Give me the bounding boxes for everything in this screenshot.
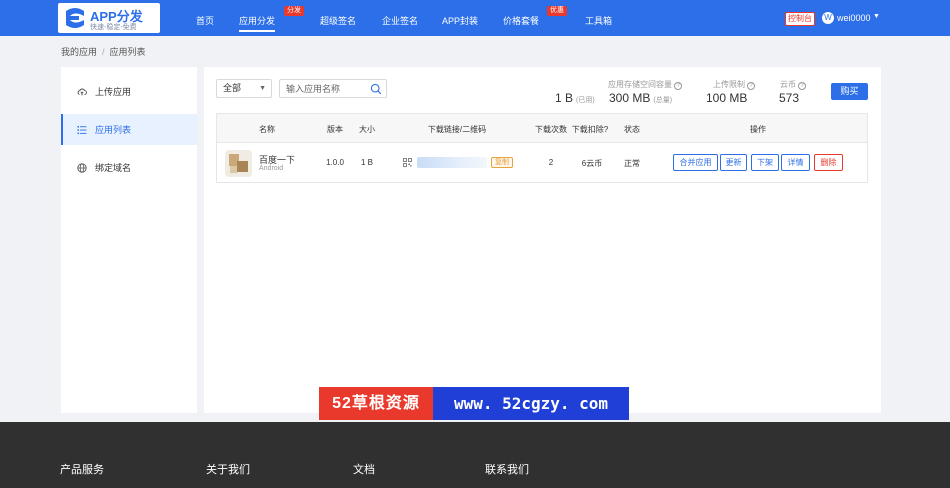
storage-used: 1 B (已用) (555, 91, 595, 105)
cloud-upload-icon (77, 88, 87, 95)
merge-app-button[interactable]: 合并应用 (673, 154, 718, 171)
nav-super-sign[interactable]: 超级签名 (320, 14, 356, 27)
nav-toolbox[interactable]: 工具箱 (585, 14, 612, 27)
help-icon[interactable]: ? (674, 82, 682, 90)
breadcrumb-separator: / (102, 47, 105, 57)
sidebar-item-bind-domain[interactable]: 绑定域名 (61, 152, 197, 183)
column-header-name: 名称 (259, 125, 275, 134)
coin-value: 573 (779, 91, 800, 105)
app-version: 1.0.0 (326, 158, 344, 167)
list-icon (77, 125, 87, 134)
filter-select[interactable]: 全部 ▼ (216, 79, 272, 98)
download-link[interactable] (417, 157, 487, 168)
app-size: 1 B (360, 158, 374, 167)
unpublish-button[interactable]: 下架 (751, 154, 779, 171)
globe-icon (77, 162, 87, 173)
nav-pricing[interactable]: 价格套餐 (503, 14, 539, 27)
storage-label: 应用存储空间容量? (608, 79, 682, 90)
sidebar-item-label: 绑定域名 (95, 163, 132, 173)
breadcrumb-current: 应用列表 (109, 47, 146, 57)
nav-app-wrap[interactable]: APP封装 (442, 14, 478, 27)
app-icon (225, 150, 252, 177)
column-header-deduction: 下载扣除? (571, 125, 609, 134)
nav-badge-distribution: 分发 (284, 6, 304, 16)
nav-badge-pricing: 优惠 (547, 6, 567, 16)
footer-link-contact[interactable]: 联系我们 (485, 461, 529, 477)
search-input[interactable] (280, 80, 364, 97)
breadcrumb: 我的应用 / 应用列表 (61, 45, 146, 58)
nav-enterprise-sign[interactable]: 企业签名 (382, 14, 418, 27)
column-header-actions: 操作 (750, 125, 766, 134)
column-header-version: 版本 (327, 125, 343, 134)
qr-code-icon[interactable] (403, 158, 412, 167)
filter-select-value: 全部 (223, 83, 242, 93)
username[interactable]: wei0000 (837, 13, 871, 23)
avatar[interactable]: W (822, 12, 834, 24)
footer-link-docs[interactable]: 文档 (353, 461, 375, 477)
logo-mark-icon (66, 8, 84, 28)
download-count: 2 (548, 158, 554, 167)
app-table: 名称 版本 大小 下载链接/二维码 下载次数 下载扣除? 状态 操作 百度一下 … (216, 113, 868, 183)
sidebar-item-label: 上传应用 (95, 87, 132, 97)
download-deduction: 6云币 (581, 159, 603, 168)
logo-subtitle: 快速-稳定-免费 (90, 24, 137, 31)
coin-label: 云币? (780, 79, 806, 90)
footer-link-products[interactable]: 产品服务 (60, 461, 104, 477)
column-header-link: 下载链接/二维码 (427, 125, 487, 134)
table-row: 百度一下 Android 1.0.0 1 B h 复制 2 6云币 正常 合并应… (217, 144, 867, 182)
help-icon[interactable]: ? (747, 82, 755, 90)
details-button[interactable]: 详情 (781, 154, 810, 171)
storage-total: 300 MB (总量) (609, 91, 673, 105)
upload-limit-label: 上传限制? (713, 79, 755, 90)
sidebar-item-label: 应用列表 (95, 125, 132, 135)
chevron-down-icon[interactable]: ▼ (873, 13, 880, 20)
status-badge: 正常 (624, 159, 640, 168)
logo[interactable]: APP分发 快速-稳定-免费 (58, 3, 160, 33)
app-platform: Android (259, 165, 284, 172)
search-icon[interactable] (370, 83, 382, 95)
update-button[interactable]: 更新 (720, 154, 747, 171)
chevron-down-icon: ▼ (259, 85, 266, 92)
column-header-size: 大小 (359, 125, 375, 134)
upload-limit-value: 100 MB (706, 91, 748, 105)
nav-app-distribution[interactable]: 应用分发 (239, 14, 276, 32)
search-box (279, 79, 387, 98)
console-button[interactable]: 控制台 (785, 12, 815, 26)
help-icon[interactable]: ? (798, 82, 806, 90)
buy-button[interactable]: 购买 (831, 83, 868, 100)
sidebar-item-app-list[interactable]: 应用列表 (61, 114, 197, 145)
breadcrumb-root[interactable]: 我的应用 (61, 47, 97, 57)
footer-link-about[interactable]: 关于我们 (206, 461, 250, 477)
copy-button[interactable]: 复制 (491, 157, 513, 168)
delete-button[interactable]: 删除 (814, 154, 843, 171)
table-header: 名称 版本 大小 下载链接/二维码 下载次数 下载扣除? 状态 操作 (217, 114, 867, 143)
top-navbar: APP分发 快速-稳定-免费 首页 应用分发 分发 超级签名 企业签名 APP封… (0, 0, 950, 36)
main-panel: 全部 ▼ 应用存储空间容量? 1 B(已用) 300 MB(总量) 上传限制? … (204, 67, 881, 413)
nav-home[interactable]: 首页 (196, 14, 214, 27)
footer: 产品服务 关于我们 文档 联系我们 (0, 422, 950, 488)
sidebar: 上传应用 应用列表 绑定域名 (61, 67, 197, 413)
column-header-status: 状态 (624, 125, 640, 134)
sidebar-item-upload[interactable]: 上传应用 (61, 76, 197, 107)
watermark-banner-right: www. 52cgzy. com (433, 387, 629, 420)
watermark-banner-left: 52草根资源 (319, 387, 433, 420)
column-header-downloads: 下载次数 (535, 125, 567, 134)
